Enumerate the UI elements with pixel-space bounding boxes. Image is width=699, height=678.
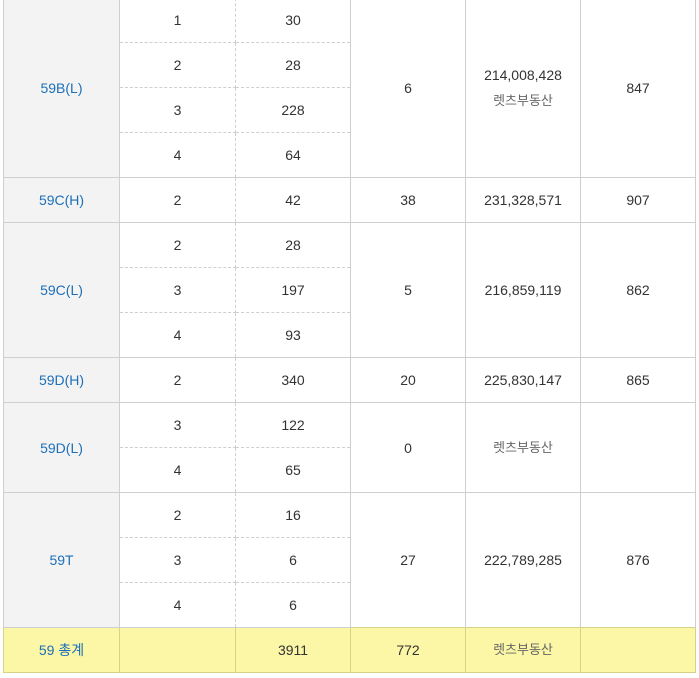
units-cell: 197: [235, 267, 351, 313]
competition-cell: 6: [350, 0, 466, 178]
price-cell: 225,830,147: [465, 357, 581, 403]
units-cell: 42: [235, 177, 351, 223]
unit-type-table: 59B(L) 1 30 6 214,008,428 렛츠부동산 847 2 28…: [3, 0, 696, 673]
floor-cell: 2: [119, 222, 236, 268]
per-pyeong-cell: 907: [580, 177, 696, 223]
floor-cell: 3: [119, 537, 236, 583]
units-cell: 28: [235, 222, 351, 268]
table-row: 59T 2 16 27 222,789,285 876: [3, 492, 696, 628]
units-cell: 16: [235, 492, 351, 538]
floor-cell: 4: [119, 447, 236, 493]
type-cell: 59C(L): [3, 222, 120, 358]
watermark-text: 렛츠부동산: [493, 439, 553, 455]
floor-cell: 2: [119, 42, 236, 88]
price-cell: 214,008,428 렛츠부동산: [465, 0, 581, 178]
units-cell: 122: [235, 402, 351, 448]
price-cell: 222,789,285: [465, 492, 581, 628]
floor-cell: 2: [119, 357, 236, 403]
type-cell: 59D(H): [3, 357, 120, 403]
competition-cell: 0: [350, 402, 466, 493]
units-cell: 228: [235, 87, 351, 133]
total-price-cell: 렛츠부동산: [465, 627, 581, 673]
price-cell: 렛츠부동산: [465, 402, 581, 493]
units-cell: 65: [235, 447, 351, 493]
type-cell: 59T: [3, 492, 120, 628]
per-pyeong-cell: 862: [580, 222, 696, 358]
units-cell: 28: [235, 42, 351, 88]
units-cell: 64: [235, 132, 351, 178]
type-cell: 59C(H): [3, 177, 120, 223]
units-cell: 6: [235, 582, 351, 628]
units-cell: 6: [235, 537, 351, 583]
floor-cell: 3: [119, 267, 236, 313]
table-row: 59B(L) 1 30 6 214,008,428 렛츠부동산 847: [3, 0, 696, 178]
price-cell: 231,328,571: [465, 177, 581, 223]
table-row: 59C(H) 2 42 38 231,328,571 907: [3, 177, 696, 223]
watermark-text: 렛츠부동산: [493, 92, 553, 108]
total-per-pyeong-cell: [580, 627, 696, 673]
per-pyeong-cell: 876: [580, 492, 696, 628]
price-value: 214,008,428: [484, 66, 562, 83]
watermark-text: 렛츠부동산: [493, 642, 553, 657]
table-row: 59D(H) 2 340 20 225,830,147 865: [3, 357, 696, 403]
total-units: 3911: [235, 627, 351, 673]
total-label: 59 총계: [3, 627, 120, 673]
competition-cell: 5: [350, 222, 466, 358]
total-competition: 772: [350, 627, 466, 673]
price-cell: 216,859,119: [465, 222, 581, 358]
per-pyeong-cell: [580, 402, 696, 493]
table-row: 59C(L) 2 28 5 216,859,119 862: [3, 222, 696, 358]
floor-cell: 2: [119, 177, 236, 223]
competition-cell: 20: [350, 357, 466, 403]
type-cell: 59B(L): [3, 0, 120, 178]
floor-cell: 4: [119, 312, 236, 358]
floor-cell: 4: [119, 582, 236, 628]
table-row: 59D(L) 3 122 0 렛츠부동산: [3, 402, 696, 493]
floor-cell: 2: [119, 492, 236, 538]
floor-cell: 4: [119, 132, 236, 178]
units-cell: 340: [235, 357, 351, 403]
competition-cell: 27: [350, 492, 466, 628]
per-pyeong-cell: 865: [580, 357, 696, 403]
total-row: 59 총계 3911 772 렛츠부동산: [3, 627, 696, 673]
per-pyeong-cell: 847: [580, 0, 696, 178]
units-cell: 93: [235, 312, 351, 358]
units-cell: 30: [235, 0, 351, 43]
type-cell: 59D(L): [3, 402, 120, 493]
floor-cell: 1: [119, 0, 236, 43]
table-container: 59B(L) 1 30 6 214,008,428 렛츠부동산 847 2 28…: [0, 0, 699, 678]
competition-cell: 38: [350, 177, 466, 223]
floor-cell: 3: [119, 87, 236, 133]
total-floor-cell: [119, 627, 236, 673]
floor-cell: 3: [119, 402, 236, 448]
